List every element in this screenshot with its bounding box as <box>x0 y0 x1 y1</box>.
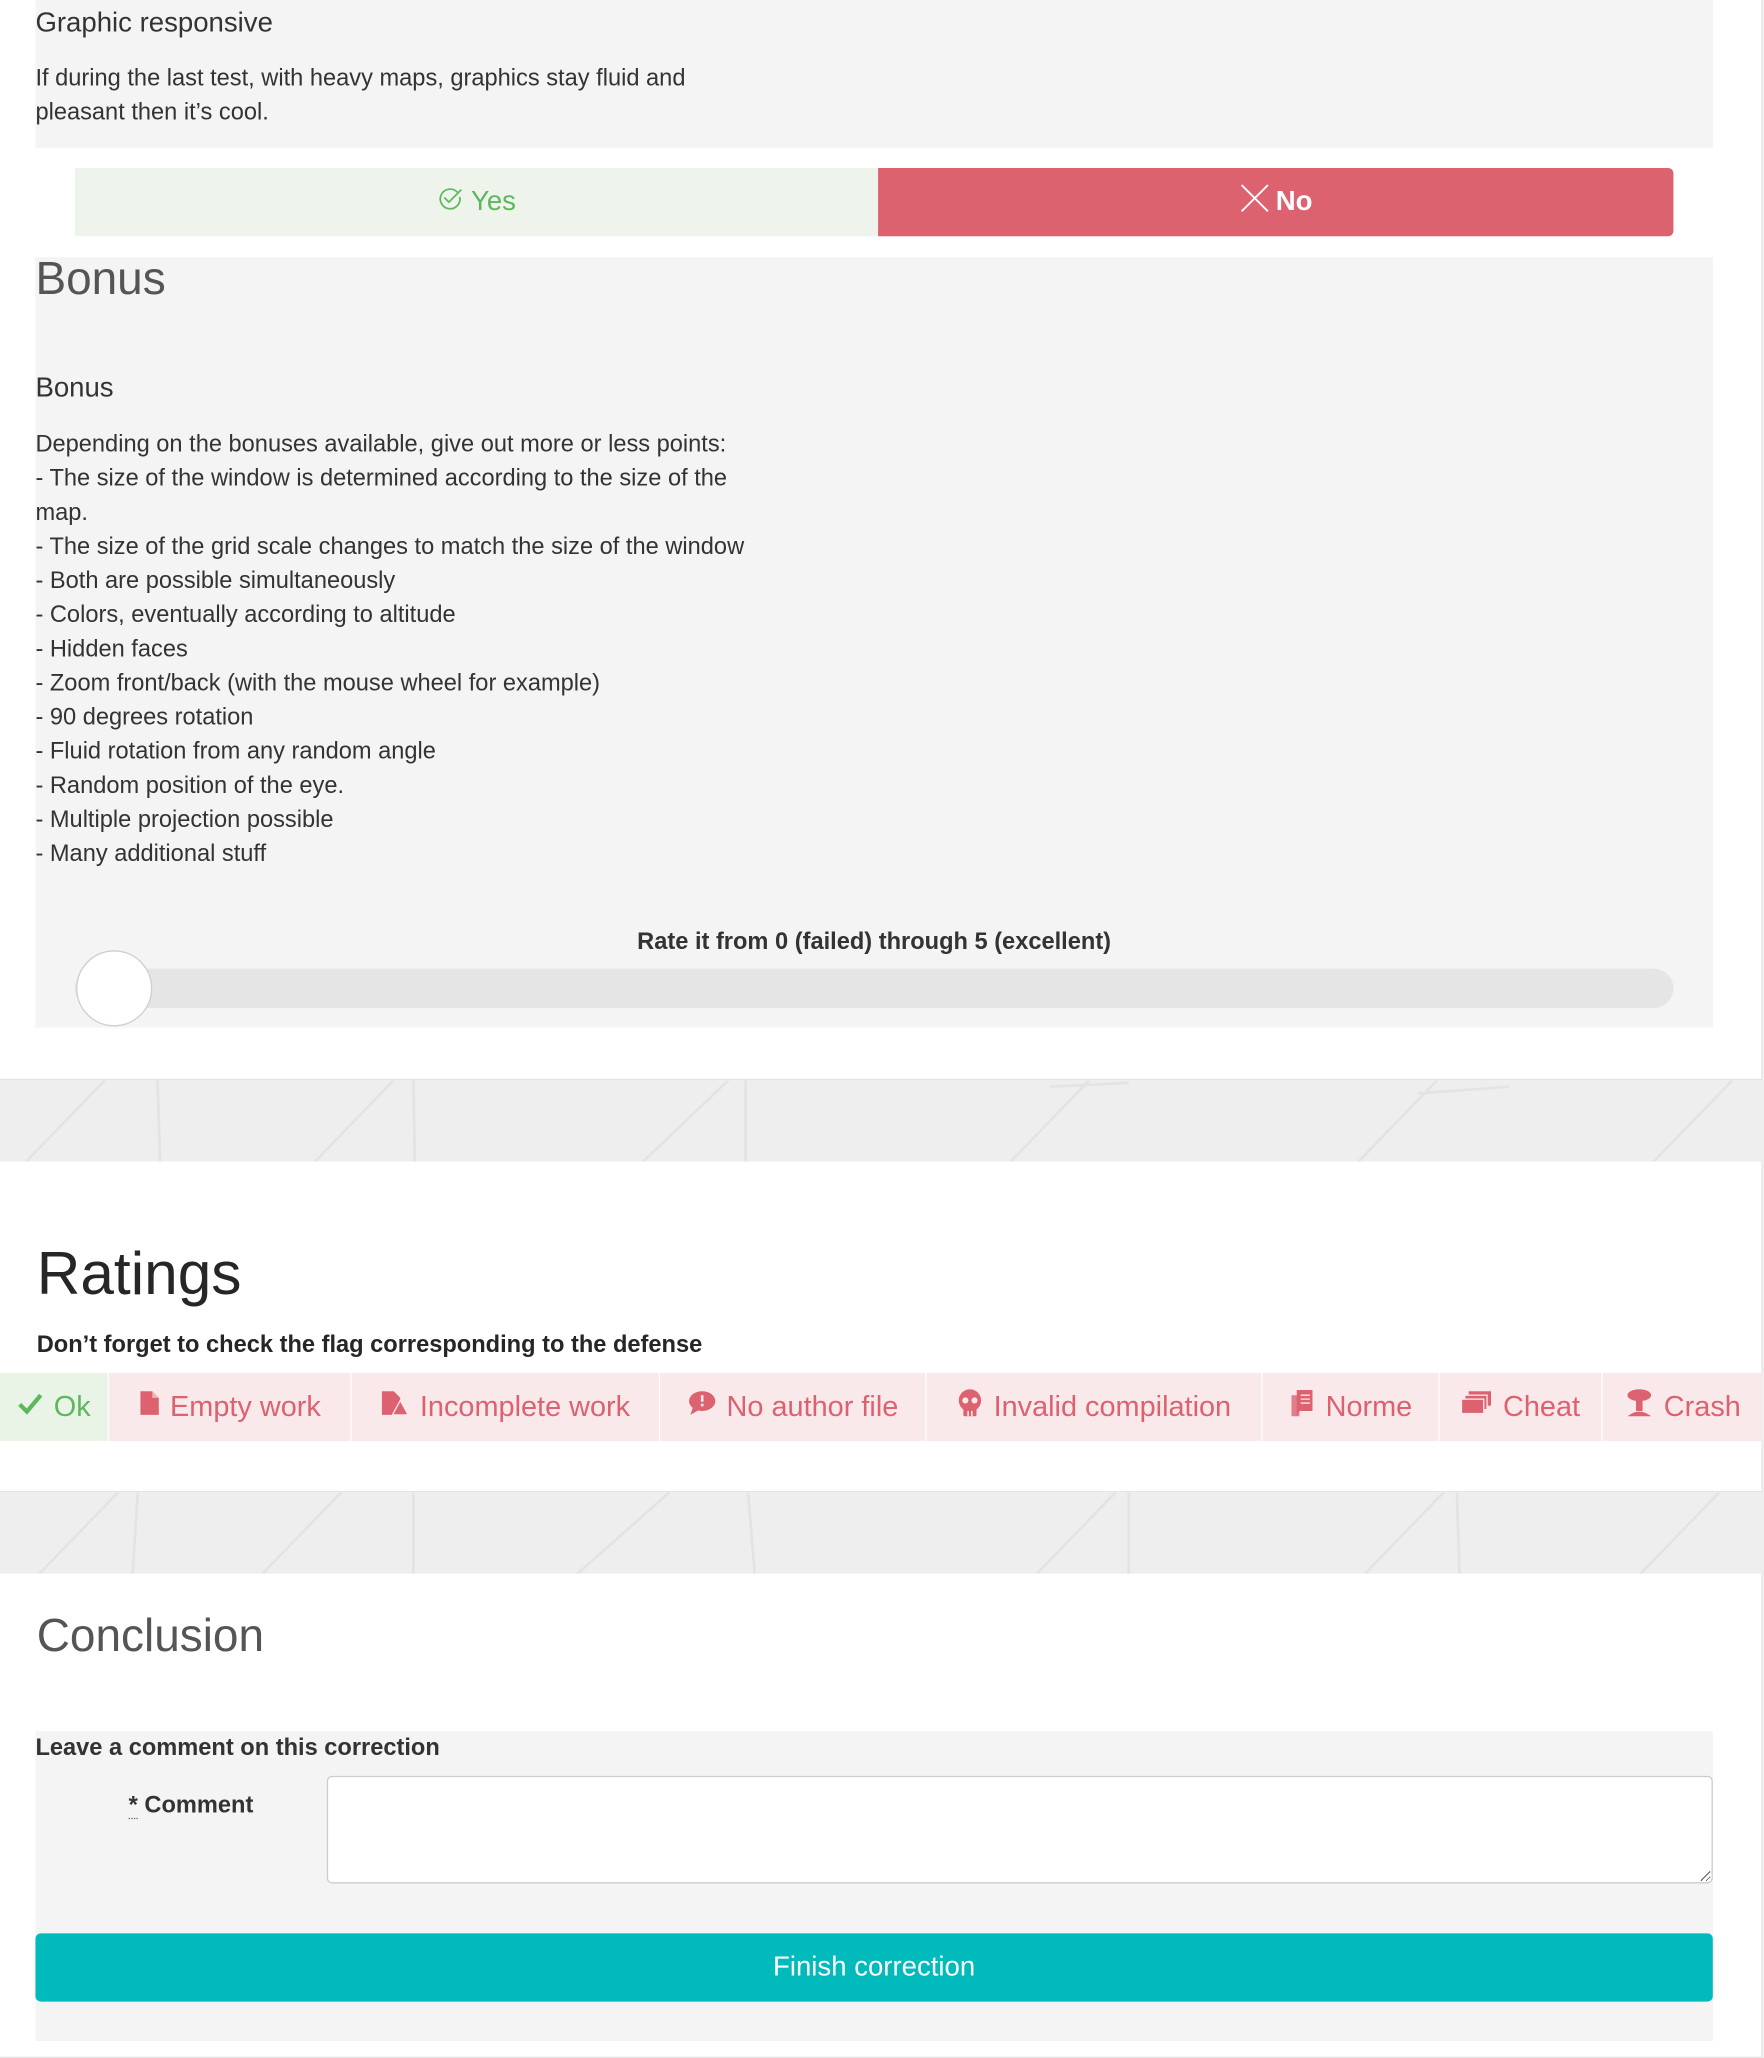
comment-label-text: Comment <box>144 1791 254 1818</box>
comment-legend: Leave a comment on this correction <box>35 1733 440 1761</box>
flag-norme-button[interactable]: Norme <box>1262 1372 1440 1442</box>
flag-cheat-button[interactable]: Cheat <box>1439 1372 1603 1442</box>
rating-slider-handle[interactable] <box>76 950 153 1027</box>
graphic-responsive-question: Graphic responsive If during the last te… <box>35 0 1713 149</box>
description-line: - 90 degrees rotation <box>35 703 254 730</box>
file-icon <box>139 1390 160 1424</box>
bonus-question-title: Bonus <box>35 372 114 403</box>
scale-questions-panel: Graphic responsive If during the last te… <box>0 0 1763 1081</box>
speech-bubble-icon <box>687 1390 716 1424</box>
bonus-section-title: Bonus <box>35 253 166 305</box>
flag-label: Norme <box>1325 1389 1413 1423</box>
cards-icon <box>1460 1390 1493 1424</box>
flag-label: Cheat <box>1502 1389 1581 1423</box>
flag-label: Invalid compilation <box>993 1389 1232 1423</box>
rate-label: Rate it from 0 (failed) through 5 (excel… <box>637 927 1112 955</box>
description-line: Depending on the bonuses available, give… <box>35 430 727 457</box>
description-line: - Fluid rotation from any random angle <box>35 737 436 764</box>
required-marker: * <box>128 1791 138 1820</box>
skull-icon <box>957 1389 983 1426</box>
description-line: - Random position of the eye. <box>35 771 345 798</box>
description-line: - Multiple projection possible <box>35 805 334 833</box>
rating-slider-track[interactable] <box>74 968 1674 1008</box>
description-line: pleasant then it’s cool. <box>35 98 269 125</box>
ratings-title: Ratings <box>36 1239 242 1308</box>
yes-no-toggle: Yes No <box>74 168 1674 237</box>
description-line: - Many additional stuff <box>35 840 267 867</box>
description-line: - Hidden faces <box>35 635 188 662</box>
flag-ok-button[interactable]: Ok <box>0 1372 109 1442</box>
flag-empty-work-button[interactable]: Empty work <box>108 1372 352 1442</box>
ratings-panel: Ratings Don’t forget to check the flag c… <box>0 1161 1763 1493</box>
flag-no-author-file-button[interactable]: No author file <box>660 1372 927 1442</box>
bonus-question: Bonus Bonus Depending on the bonuses ava… <box>35 253 1713 889</box>
graphic-responsive-answer: Yes No <box>35 148 1713 258</box>
no-button[interactable]: No <box>878 168 1674 237</box>
incomplete-file-icon <box>381 1390 410 1424</box>
flag-label: No author file <box>726 1389 899 1423</box>
close-icon <box>1239 182 1271 221</box>
bonus-description: Depending on the bonuses available, give… <box>35 427 744 871</box>
description-line: - Zoom front/back (with the mouse wheel … <box>35 669 601 696</box>
flag-crash-button[interactable]: Crash <box>1602 1372 1763 1442</box>
description-line: If during the last test, with heavy maps… <box>35 64 686 91</box>
check-circle-icon <box>437 185 463 219</box>
question-description: If during the last test, with heavy maps… <box>35 60 685 128</box>
flag-incomplete-work-button[interactable]: Incomplete work <box>351 1372 661 1442</box>
checkmark-icon <box>17 1390 43 1424</box>
no-label: No <box>1275 186 1313 217</box>
description-line: - The size of the window is determined a… <box>35 464 728 491</box>
flag-list: Ok Empty work Incomplete work No author … <box>0 1372 1763 1442</box>
description-line: - Colors, eventually according to altitu… <box>35 601 456 628</box>
description-line: - Both are possible simultaneously <box>35 567 396 594</box>
question-title: Graphic responsive <box>35 7 273 39</box>
flag-label: Empty work <box>170 1389 321 1423</box>
book-icon <box>1289 1389 1315 1426</box>
bonus-rating: Rate it from 0 (failed) through 5 (excel… <box>35 888 1713 1028</box>
background-pattern <box>0 1080 1764 1162</box>
flag-invalid-compilation-button[interactable]: Invalid compilation <box>926 1372 1263 1442</box>
flag-label: Ok <box>53 1389 91 1423</box>
comment-label: * Comment <box>128 1791 254 1820</box>
comment-textarea[interactable] <box>326 1775 1713 1884</box>
description-line: - The size of the grid scale changes to … <box>35 532 745 560</box>
comment-form: Leave a comment on this correction * Com… <box>35 1731 1713 2041</box>
yes-button[interactable]: Yes <box>74 168 879 237</box>
explosion-icon <box>1624 1389 1653 1426</box>
finish-correction-button[interactable]: Finish correction <box>35 1933 1713 2002</box>
yes-label: Yes <box>471 186 516 217</box>
description-line: map. <box>35 498 88 525</box>
flag-label: Crash <box>1663 1389 1741 1423</box>
background-pattern <box>0 1492 1764 1574</box>
conclusion-title: Conclusion <box>36 1610 265 1662</box>
conclusion-panel: Conclusion Leave a comment on this corre… <box>0 1573 1763 2058</box>
flag-label: Incomplete work <box>419 1389 631 1423</box>
ratings-subtitle: Don’t forget to check the flag correspon… <box>36 1330 703 1358</box>
